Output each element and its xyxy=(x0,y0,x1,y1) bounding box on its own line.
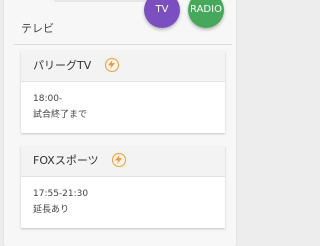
broadcast-time: 17:55-21:30 xyxy=(33,189,89,199)
channel-name: FOXスポーツ xyxy=(33,154,99,167)
broadcast-time: 18:00- xyxy=(33,94,63,104)
panel-header-strip xyxy=(54,0,154,2)
card-header: FOXスポーツ xyxy=(21,146,225,177)
channel-name: パリーグTV xyxy=(33,59,92,72)
broadcast-card[interactable]: パリーグTV 18:00- 試合終了まで xyxy=(21,51,225,133)
broadcast-card[interactable]: FOXスポーツ 17:55-21:30 延長あり xyxy=(21,146,225,228)
card-header: パリーグTV xyxy=(21,51,225,82)
flash-icon xyxy=(112,153,126,167)
broadcast-note: 試合終了まで xyxy=(33,110,88,120)
section-title: テレビ xyxy=(21,22,54,35)
section-divider xyxy=(14,44,232,45)
broadcast-panel: テレビ パリーグTV 18:00- 試合終了まで FOXスポーツ 17:55-2… xyxy=(4,0,236,246)
flash-icon xyxy=(105,58,119,72)
broadcast-note: 延長あり xyxy=(33,205,70,215)
